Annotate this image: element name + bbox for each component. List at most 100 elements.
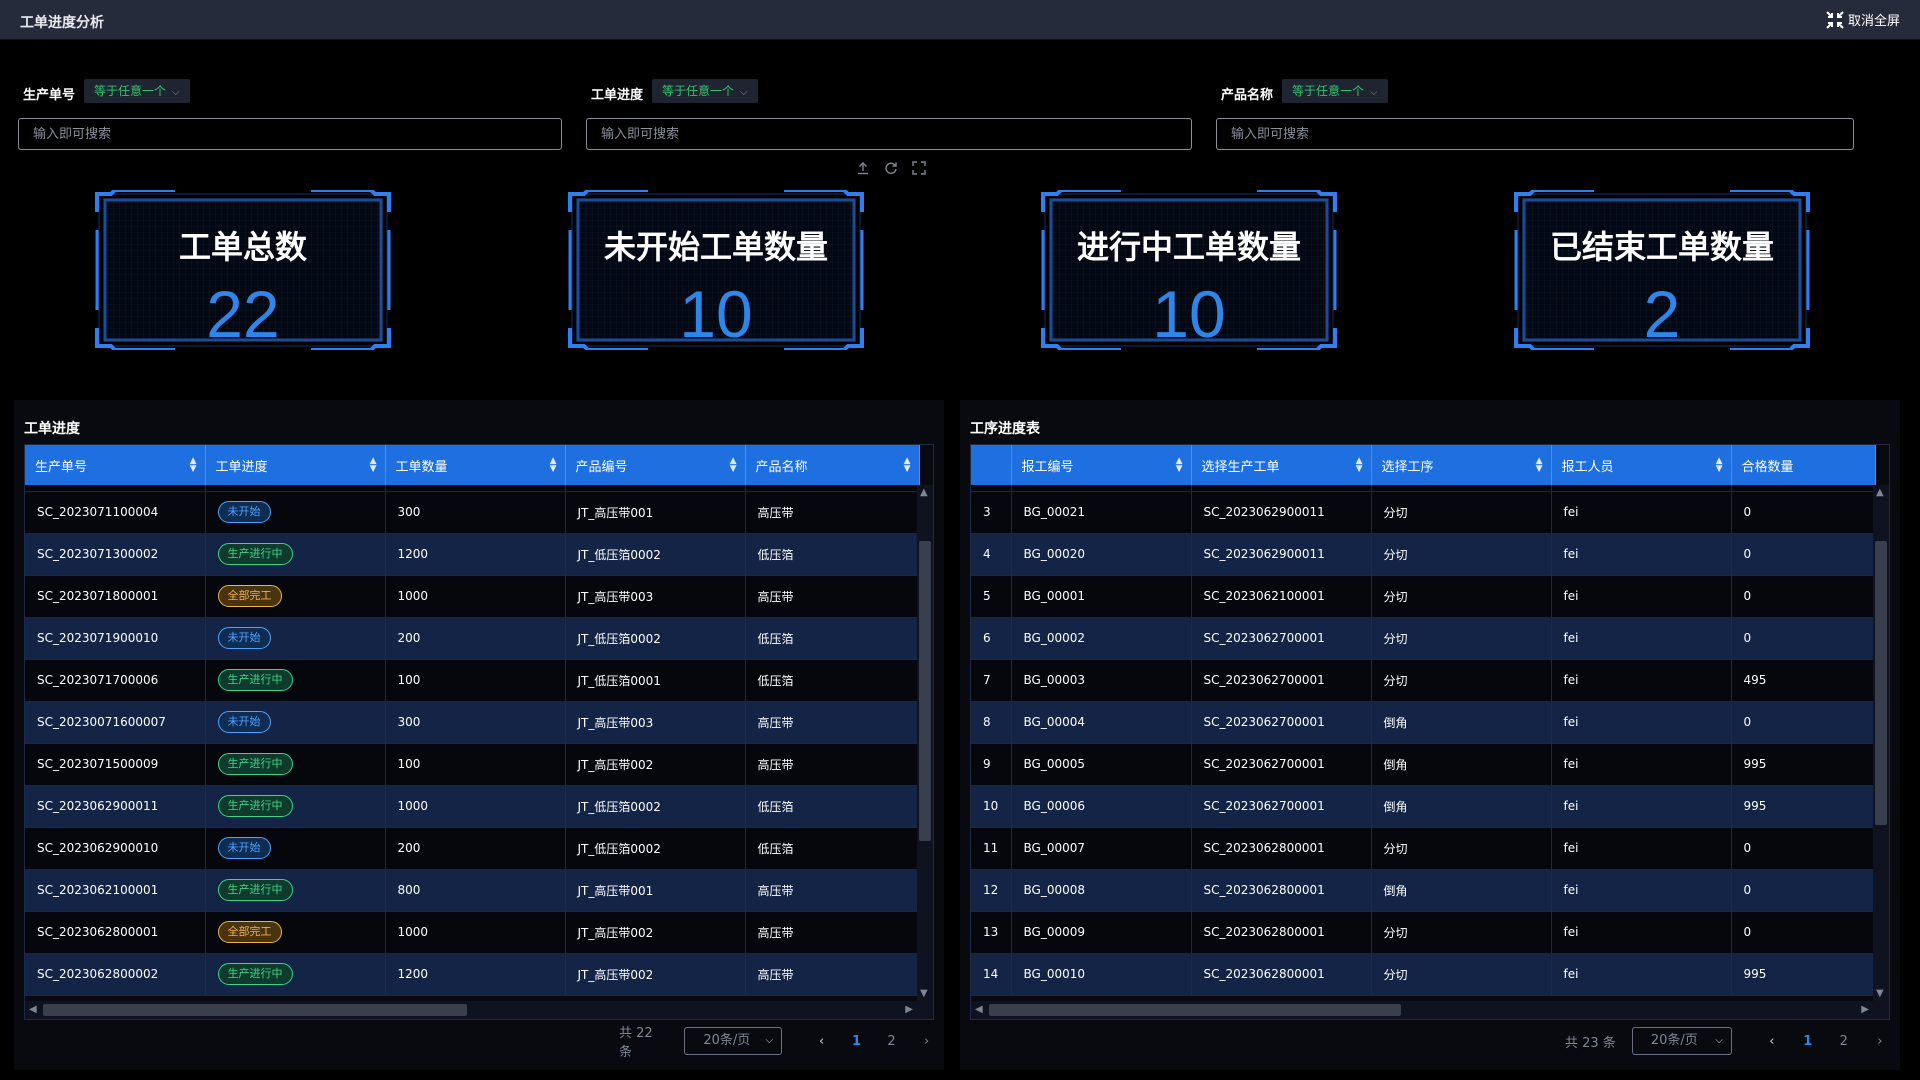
column-header[interactable]: 产品名称 ▲ ▼ bbox=[745, 445, 920, 485]
page-1-button[interactable]: 1 bbox=[1790, 1034, 1826, 1049]
scroll-down-icon[interactable]: ▼ bbox=[1876, 988, 1884, 999]
scrollbar-thumb[interactable] bbox=[43, 1004, 467, 1016]
sort-icon[interactable]: ▲ ▼ bbox=[550, 457, 557, 474]
table-row[interactable]: SC_2023062800001 全部完工 1000 JT_高压带002 高压带 bbox=[25, 911, 920, 954]
scrollbar-thumb[interactable] bbox=[919, 541, 931, 841]
table-row[interactable]: SC_2023071700006 生产进行中 100 JT_低压箔0001 低压箔 bbox=[25, 659, 920, 702]
scroll-down-icon[interactable]: ▼ bbox=[920, 988, 928, 999]
sort-icon[interactable]: ▲ ▼ bbox=[730, 457, 737, 474]
table-cell: JT_低压箔0002 bbox=[565, 617, 746, 660]
table-cell: SC_2023062800001 bbox=[1191, 911, 1372, 954]
filter-mode-select[interactable]: 等于任意一个 ⌵ bbox=[84, 79, 190, 103]
page-size-select[interactable]: 20条/页 ⌵ bbox=[684, 1027, 783, 1055]
column-header[interactable]: 选择生产工单 ▲ ▼ bbox=[1191, 445, 1372, 485]
table-row[interactable]: 12 BG_00008 SC_2023062800001 倒角 fei 0 bbox=[971, 869, 1876, 912]
column-header[interactable]: 报工编号 ▲ ▼ bbox=[1011, 445, 1192, 485]
column-header[interactable]: 合格数量 bbox=[1731, 445, 1876, 485]
filter-mode-select[interactable]: 等于任意一个 ⌵ bbox=[652, 79, 758, 103]
table-cell: 300 bbox=[385, 701, 566, 744]
scroll-up-icon[interactable]: ▲ bbox=[1876, 487, 1884, 498]
table-row[interactable]: 3 BG_00021 SC_2023062900011 分切 fei 0 bbox=[971, 491, 1876, 534]
sort-icon[interactable]: ▲ ▼ bbox=[1716, 457, 1723, 474]
scroll-up-icon[interactable]: ▲ bbox=[920, 487, 928, 498]
table-cell: SC_2023062800001 bbox=[1191, 953, 1372, 996]
table-row[interactable]: 14 BG_00010 SC_2023062800001 分切 fei 995 bbox=[971, 953, 1876, 996]
table-row[interactable]: SC_2023071100004 未开始 300 JT_高压带001 高压带 bbox=[25, 491, 920, 534]
horizontal-scrollbar[interactable]: ◀ ▶ bbox=[971, 1001, 1889, 1019]
table-header-row: 报工编号 ▲ ▼ 选择生产工单 ▲ ▼ 选择工序 ▲ ▼ 报工人员 ▲ ▼ 合格数量 bbox=[971, 445, 1876, 485]
scrollbar-thumb[interactable] bbox=[1875, 541, 1887, 825]
table-row[interactable]: 6 BG_00002 SC_2023062700001 分切 fei 0 bbox=[971, 617, 1876, 660]
kpi-value: 2 bbox=[1643, 277, 1681, 351]
table-cell: 生产进行中 bbox=[205, 743, 386, 786]
filter-mode-select[interactable]: 等于任意一个 ⌵ bbox=[1282, 79, 1388, 103]
refresh-icon[interactable] bbox=[884, 160, 898, 174]
table-row[interactable]: SC_2023062800002 生产进行中 1200 JT_高压带002 高压带 bbox=[25, 953, 920, 996]
table-row[interactable]: 5 BG_00001 SC_2023062100001 分切 fei 0 bbox=[971, 575, 1876, 618]
table-row[interactable]: SC_2023071300002 生产进行中 1200 JT_低压箔0002 低压箔 bbox=[25, 533, 920, 576]
column-header[interactable]: 工单进度 ▲ ▼ bbox=[205, 445, 386, 485]
page-title: 工单进度分析 bbox=[20, 15, 104, 31]
sort-icon[interactable]: ▲ ▼ bbox=[1356, 457, 1363, 474]
table-row[interactable]: 8 BG_00004 SC_2023062700001 倒角 fei 0 bbox=[971, 701, 1876, 744]
table-row[interactable]: SC_2023062900011 生产进行中 1000 JT_低压箔0002 低压箔 bbox=[25, 785, 920, 828]
next-page-button[interactable]: › bbox=[1862, 1034, 1898, 1049]
search-input[interactable] bbox=[18, 118, 562, 150]
column-header[interactable]: 选择工序 ▲ ▼ bbox=[1371, 445, 1552, 485]
table-cell: 6 bbox=[971, 617, 1012, 660]
table-row[interactable]: SC_2023071900010 未开始 200 JT_低压箔0002 低压箔 bbox=[25, 617, 920, 660]
table-row[interactable]: SC_2023071500009 生产进行中 100 JT_高压带002 高压带 bbox=[25, 743, 920, 786]
table-cell: 100 bbox=[385, 659, 566, 702]
exit-fullscreen-button[interactable]: 取消全屏 bbox=[1826, 10, 1900, 29]
column-header[interactable]: 工单数量 ▲ ▼ bbox=[385, 445, 566, 485]
scroll-left-icon[interactable]: ◀ bbox=[29, 1004, 37, 1015]
sort-icon[interactable]: ▲ ▼ bbox=[1536, 457, 1543, 474]
horizontal-scrollbar[interactable]: ◀ ▶ bbox=[25, 1001, 933, 1019]
upload-icon[interactable] bbox=[856, 160, 870, 175]
table-row[interactable]: SC_20230071600007 未开始 300 JT_高压带003 高压带 bbox=[25, 701, 920, 744]
table-row[interactable]: 7 BG_00003 SC_2023062700001 分切 fei 495 bbox=[971, 659, 1876, 702]
table-row[interactable]: SC_2023062900010 未开始 200 JT_低压箔0002 低压箔 bbox=[25, 827, 920, 870]
filter-mode-value: 等于任意一个 bbox=[1292, 84, 1365, 98]
status-badge: 全部完工 bbox=[217, 585, 282, 607]
prev-page-button[interactable]: ‹ bbox=[1754, 1034, 1790, 1049]
column-header[interactable]: 报工人员 ▲ ▼ bbox=[1551, 445, 1732, 485]
table-row[interactable]: SC_2023071800001 全部完工 1000 JT_高压带003 高压带 bbox=[25, 575, 920, 618]
vertical-scrollbar[interactable]: ▲ ▼ bbox=[1873, 485, 1889, 1001]
page-1-button[interactable]: 1 bbox=[839, 1034, 874, 1049]
sort-icon[interactable]: ▲ ▼ bbox=[904, 457, 911, 474]
table-cell: 12 bbox=[971, 869, 1012, 912]
table-row[interactable]: 4 BG_00020 SC_2023062900011 分切 fei 0 bbox=[971, 533, 1876, 576]
table-row[interactable]: 10 BG_00006 SC_2023062700001 倒角 fei 995 bbox=[971, 785, 1876, 828]
table-row[interactable]: SC_2023062100001 生产进行中 800 JT_高压带001 高压带 bbox=[25, 869, 920, 912]
page-size-value: 20条/页 bbox=[1650, 1033, 1698, 1048]
sort-icon[interactable]: ▲ ▼ bbox=[370, 457, 377, 474]
sort-icon[interactable]: ▲ ▼ bbox=[1176, 457, 1183, 474]
scroll-left-icon[interactable]: ◀ bbox=[975, 1004, 983, 1015]
table-row[interactable]: 9 BG_00005 SC_2023062700001 倒角 fei 995 bbox=[971, 743, 1876, 786]
column-header[interactable]: 生产单号 ▲ ▼ bbox=[25, 445, 206, 485]
table-row[interactable]: 11 BG_00007 SC_2023062800001 分切 fei 0 bbox=[971, 827, 1876, 870]
expand-icon[interactable] bbox=[912, 160, 926, 175]
page-size-select[interactable]: 20条/页 ⌵ bbox=[1631, 1027, 1732, 1055]
page-2-button[interactable]: 2 bbox=[874, 1034, 909, 1049]
scrollbar-thumb[interactable] bbox=[989, 1004, 1401, 1016]
page-2-button[interactable]: 2 bbox=[1826, 1034, 1862, 1049]
table-cell: 分切 bbox=[1371, 575, 1552, 618]
table-cell: JT_高压带003 bbox=[565, 701, 746, 744]
scroll-right-icon[interactable]: ▶ bbox=[1861, 1004, 1869, 1015]
next-page-button[interactable]: › bbox=[909, 1034, 944, 1049]
scroll-right-icon[interactable]: ▶ bbox=[905, 1004, 913, 1015]
table-cell: SC_2023062800001 bbox=[25, 911, 206, 954]
page-scrollbar[interactable] bbox=[1904, 40, 1920, 1080]
sort-icon[interactable]: ▲ ▼ bbox=[190, 457, 197, 474]
search-input[interactable] bbox=[586, 118, 1192, 150]
prev-page-button[interactable]: ‹ bbox=[804, 1034, 839, 1049]
table-row[interactable]: 13 BG_00009 SC_2023062800001 分切 fei 0 bbox=[971, 911, 1876, 954]
table-cell: 100 bbox=[385, 743, 566, 786]
vertical-scrollbar[interactable]: ▲ ▼ bbox=[917, 485, 933, 1001]
table-cell: 14 bbox=[971, 953, 1012, 996]
column-header[interactable]: 产品编号 ▲ ▼ bbox=[565, 445, 746, 485]
table-cell: 1000 bbox=[385, 911, 566, 954]
search-input[interactable] bbox=[1216, 118, 1854, 150]
